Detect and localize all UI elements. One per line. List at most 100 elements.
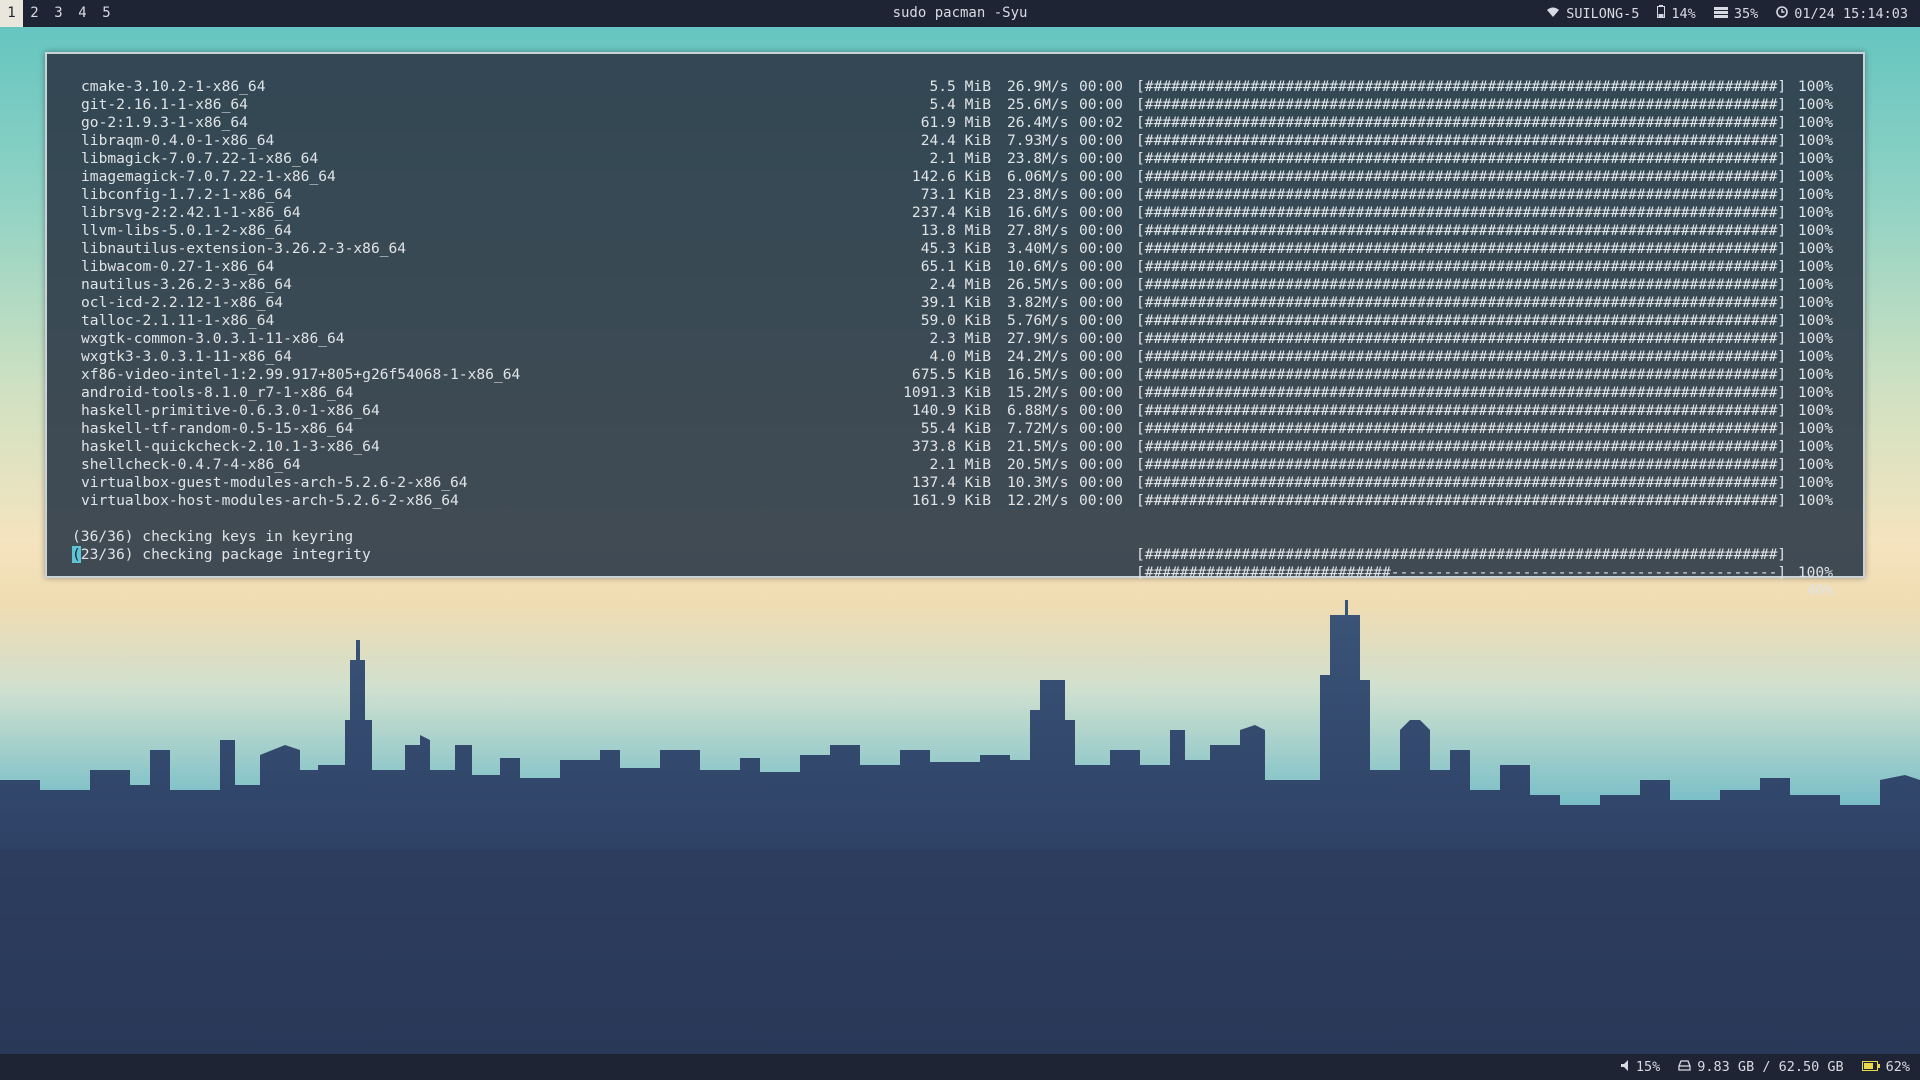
package-name: llvm-libs-5.0.1-2-x86_64 xyxy=(81,222,292,239)
workspace-5[interactable]: 5 xyxy=(95,0,118,27)
download-progress-bar: [#######################################… xyxy=(1136,294,1787,311)
download-size: 142.6 KiB xyxy=(911,168,991,185)
integrity-line: (23/36) checking package integrity [####… xyxy=(47,528,1863,599)
download-size: 13.8 MiB xyxy=(920,222,991,239)
download-row: nautilus-3.26.2-3-x86_64 2.4 MiB 26.5M/s 00… xyxy=(47,276,1863,294)
memory-status: 35% xyxy=(1713,6,1758,22)
package-name: cmake-3.10.2-1-x86_64 xyxy=(81,78,266,95)
download-rate: 23.8M/s xyxy=(1007,186,1069,203)
download-percent: 100% xyxy=(1797,402,1833,419)
volume-status[interactable]: 15% xyxy=(1620,1059,1660,1075)
download-percent: 100% xyxy=(1797,312,1833,329)
terminal-cursor: ( xyxy=(72,546,81,563)
download-rate: 3.40M/s xyxy=(1007,240,1069,257)
download-size: 237.4 KiB xyxy=(911,204,991,221)
download-size: 24.4 KiB xyxy=(920,132,991,149)
download-size: 55.4 KiB xyxy=(920,420,991,437)
download-size: 373.8 KiB xyxy=(911,438,991,455)
workspace-2[interactable]: 2 xyxy=(23,0,46,27)
download-progress-bar: [#######################################… xyxy=(1136,384,1787,401)
download-rate: 27.9M/s xyxy=(1007,330,1069,347)
download-percent: 100% xyxy=(1797,204,1833,221)
keyring-progress-bar: [#######################################… xyxy=(1136,546,1787,563)
download-progress-bar: [#######################################… xyxy=(1136,330,1787,347)
package-name: imagemagick-7.0.7.22-1-x86_64 xyxy=(81,168,336,185)
download-progress-bar: [#######################################… xyxy=(1136,312,1787,329)
download-progress-bar: [#######################################… xyxy=(1136,258,1787,275)
package-name: git-2.16.1-1-x86_64 xyxy=(81,96,248,113)
download-row: shellcheck-0.4.7-4-x86_64 2.1 MiB 20.5M/s 0… xyxy=(47,456,1863,474)
clock: 01/24 15:14:03 xyxy=(1776,6,1908,22)
download-row: libnautilus-extension-3.26.2-3-x86_64 45.… xyxy=(47,240,1863,258)
download-percent: 100% xyxy=(1797,348,1833,365)
battery-vertical-icon xyxy=(1657,5,1666,22)
speaker-icon xyxy=(1620,1059,1630,1075)
download-rate: 10.6M/s xyxy=(1007,258,1069,275)
download-row: go-2:1.9.3-1-x86_64 61.9 MiB 26.4M/s 00:02 [… xyxy=(47,114,1863,132)
download-eta: 00:00 xyxy=(1079,384,1123,401)
download-eta: 00:00 xyxy=(1079,348,1123,365)
download-rate: 15.2M/s xyxy=(1007,384,1069,401)
package-name: haskell-quickcheck-2.10.1-3-x86_64 xyxy=(81,438,380,455)
keyring-line: (36/36) checking keys in keyring [######… xyxy=(47,510,1863,581)
battery-value: 62% xyxy=(1885,1059,1910,1075)
download-size: 65.1 KiB xyxy=(920,258,991,275)
download-size: 4.0 MiB xyxy=(929,348,991,365)
workspace-1[interactable]: 1 xyxy=(0,0,23,27)
status-tray: SUILONG-5 14% 35% 01/24 15:14:03 xyxy=(1546,0,1908,27)
download-rate: 27.8M/s xyxy=(1007,222,1069,239)
download-size: 45.3 KiB xyxy=(920,240,991,257)
download-percent: 100% xyxy=(1797,384,1833,401)
download-size: 137.4 KiB xyxy=(911,474,991,491)
download-size: 59.0 KiB xyxy=(920,312,991,329)
download-size: 161.9 KiB xyxy=(911,492,991,509)
download-eta: 00:00 xyxy=(1079,366,1123,383)
download-row: libraqm-0.4.0-1-x86_64 24.4 KiB 7.93M/s 00:… xyxy=(47,132,1863,150)
keyring-percent: 100% xyxy=(1797,564,1833,581)
download-progress-bar: [#######################################… xyxy=(1136,402,1787,419)
download-size: 39.1 KiB xyxy=(920,294,991,311)
download-rate: 7.93M/s xyxy=(1007,132,1069,149)
download-row: imagemagick-7.0.7.22-1-x86_64 142.6 KiB 6.… xyxy=(47,168,1863,186)
disk-status: 9.83 GB / 62.50 GB xyxy=(1678,1059,1844,1075)
battery-icon xyxy=(1861,1059,1880,1075)
package-name: wxgtk3-3.0.3.1-11-x86_64 xyxy=(81,348,292,365)
download-eta: 00:02 xyxy=(1079,114,1123,131)
download-size: 61.9 MiB xyxy=(920,114,991,131)
download-percent: 100% xyxy=(1797,438,1833,455)
download-rate: 12.2M/s xyxy=(1007,492,1069,509)
package-name: librsvg-2:2.42.1-1-x86_64 xyxy=(81,204,301,221)
package-name: libraqm-0.4.0-1-x86_64 xyxy=(81,132,275,149)
workspace-3[interactable]: 3 xyxy=(47,0,70,27)
download-percent: 100% xyxy=(1797,78,1833,95)
download-eta: 00:00 xyxy=(1079,294,1123,311)
download-progress-bar: [#######################################… xyxy=(1136,78,1787,95)
terminal-window[interactable]: cmake-3.10.2-1-x86_64 5.5 MiB 26.9M/s 00:00… xyxy=(45,52,1865,599)
package-name: shellcheck-0.4.7-4-x86_64 xyxy=(81,456,301,473)
download-eta: 00:00 xyxy=(1079,492,1123,509)
download-rate: 21.5M/s xyxy=(1007,438,1069,455)
package-name: virtualbox-guest-modules-arch-5.2.6-2-x8… xyxy=(81,474,468,491)
download-percent: 100% xyxy=(1797,294,1833,311)
download-percent: 100% xyxy=(1797,330,1833,347)
wifi-ssid: SUILONG-5 xyxy=(1566,5,1640,22)
memory-icon xyxy=(1713,6,1728,22)
download-row: llvm-libs-5.0.1-2-x86_64 13.8 MiB 27.8M/s 0… xyxy=(47,222,1863,240)
download-row: cmake-3.10.2-1-x86_64 5.5 MiB 26.9M/s 00:00… xyxy=(47,78,1863,96)
integrity-percent: 40% xyxy=(1806,582,1833,599)
download-row: android-tools-8.1.0_r7-1-x86_64 1091.3 Ki… xyxy=(47,384,1863,402)
package-name: haskell-tf-random-0.5-15-x86_64 xyxy=(81,420,354,437)
battery-small-status: 14% xyxy=(1657,5,1696,22)
workspace-4[interactable]: 4 xyxy=(71,0,94,27)
download-rate: 6.06M/s xyxy=(1007,168,1069,185)
download-row: librsvg-2:2.42.1-1-x86_64 237.4 KiB 16.6M/… xyxy=(47,204,1863,222)
download-eta: 00:00 xyxy=(1079,222,1123,239)
download-progress-bar: [#######################################… xyxy=(1136,132,1787,149)
download-row: haskell-tf-random-0.5-15-x86_64 55.4 KiB 7… xyxy=(47,420,1863,438)
download-progress-bar: [#######################################… xyxy=(1136,420,1787,437)
download-progress-bar: [#######################################… xyxy=(1136,438,1787,455)
download-eta: 00:00 xyxy=(1079,438,1123,455)
datetime: 01/24 15:14:03 xyxy=(1794,5,1908,22)
download-eta: 00:00 xyxy=(1079,456,1123,473)
download-eta: 00:00 xyxy=(1079,150,1123,167)
